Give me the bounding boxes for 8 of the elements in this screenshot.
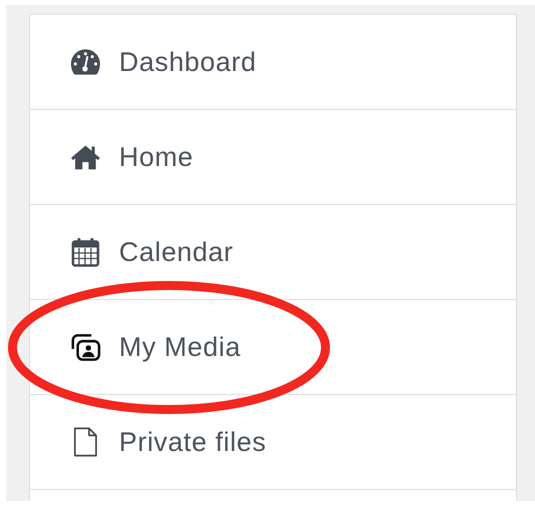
nav-item[interactable]: My Media xyxy=(30,300,516,395)
nav-item[interactable]: Home xyxy=(30,110,516,205)
media-icon xyxy=(70,332,101,362)
calendar-icon xyxy=(70,237,101,267)
nav-item[interactable]: Calendar xyxy=(30,205,516,300)
gauge-icon xyxy=(70,47,101,77)
nav-item[interactable]: Dashboard xyxy=(30,15,516,110)
nav-item[interactable]: Private files xyxy=(30,395,516,490)
